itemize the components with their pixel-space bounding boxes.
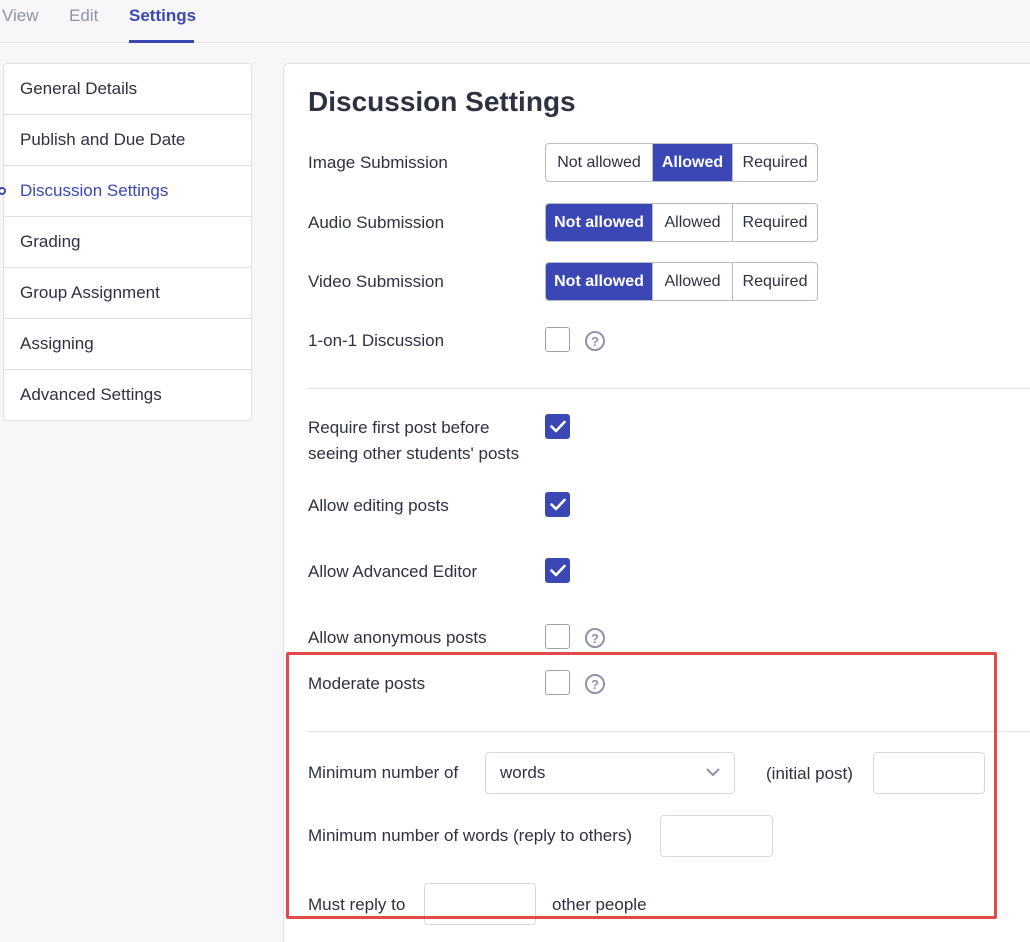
image-not-allowed-option[interactable]: Not allowed: [546, 144, 653, 181]
active-indicator-icon: [0, 187, 6, 195]
audio-allowed-option[interactable]: Allowed: [653, 204, 733, 241]
initial-post-suffix: (initial post): [766, 764, 853, 783]
sidebar-item-label: Group Assignment: [20, 283, 160, 302]
image-required-option[interactable]: Required: [733, 144, 817, 181]
audio-submission-toggle: Not allowed Allowed Required: [545, 203, 818, 242]
active-tab-indicator: [129, 40, 194, 43]
min-unit-select[interactable]: words: [485, 752, 735, 794]
page-title: Discussion Settings: [308, 86, 576, 117]
section-divider: [308, 388, 1030, 389]
min-initial-input[interactable]: [873, 752, 985, 794]
moderate-posts-checkbox[interactable]: [545, 670, 570, 695]
one-on-one-label: 1-on-1 Discussion: [308, 331, 445, 350]
sidebar-item-label: Grading: [20, 232, 81, 251]
video-required-option[interactable]: Required: [733, 263, 817, 300]
help-icon[interactable]: ?: [585, 331, 605, 351]
audio-submission-label: Audio Submission: [308, 213, 445, 232]
must-reply-input[interactable]: [424, 883, 536, 925]
allow-editing-checkbox[interactable]: [545, 492, 570, 517]
sidebar-item-label: Publish and Due Date: [20, 130, 186, 149]
require-first-post-label: Require first post before seeing other s…: [308, 418, 520, 463]
sidebar-item-label: General Details: [20, 79, 138, 98]
sidebar-item-label: Advanced Settings: [20, 385, 162, 404]
allow-editing-label: Allow editing posts: [308, 496, 449, 515]
chevron-down-icon: [706, 768, 720, 776]
top-tab-bar: View Edit Settings: [0, 0, 1030, 43]
min-reply-label: Minimum number of words (reply to others…: [308, 826, 633, 845]
video-allowed-option[interactable]: Allowed: [653, 263, 733, 300]
image-submission-label: Image Submission: [308, 153, 448, 172]
video-submission-toggle: Not allowed Allowed Required: [545, 262, 818, 301]
sidebar-item-group-assignment[interactable]: Group Assignment: [4, 268, 251, 319]
video-not-allowed-option[interactable]: Not allowed: [546, 263, 653, 300]
sidebar-item-assigning[interactable]: Assigning: [4, 319, 251, 370]
tab-settings[interactable]: Settings: [129, 6, 196, 26]
sidebar-item-general-details[interactable]: General Details: [4, 64, 251, 115]
audio-required-option[interactable]: Required: [733, 204, 817, 241]
image-allowed-option[interactable]: Allowed: [653, 144, 733, 181]
require-first-post-checkbox[interactable]: [545, 414, 570, 439]
must-reply-label: Must reply to: [308, 895, 406, 914]
sidebar-item-publish-due-date[interactable]: Publish and Due Date: [4, 115, 251, 166]
settings-sidebar: General Details Publish and Due Date Dis…: [0, 63, 252, 421]
allow-advanced-editor-label: Allow Advanced Editor: [308, 562, 478, 581]
help-icon[interactable]: ?: [585, 628, 605, 648]
min-initial-label: Minimum number of: [308, 763, 459, 782]
audio-not-allowed-option[interactable]: Not allowed: [546, 204, 653, 241]
sidebar-item-discussion-settings[interactable]: Discussion Settings: [0, 166, 251, 217]
must-reply-suffix: other people: [552, 895, 647, 914]
moderate-posts-label: Moderate posts: [308, 674, 426, 693]
tab-edit[interactable]: Edit: [69, 6, 98, 26]
sidebar-item-advanced-settings[interactable]: Advanced Settings: [4, 370, 251, 420]
allow-anonymous-checkbox[interactable]: [545, 624, 570, 649]
sidebar-item-grading[interactable]: Grading: [4, 217, 251, 268]
allow-anonymous-label: Allow anonymous posts: [308, 628, 487, 647]
checkmark-icon: [550, 420, 566, 433]
min-unit-select-value: words: [500, 763, 546, 782]
checkmark-icon: [550, 498, 566, 511]
one-on-one-checkbox[interactable]: [545, 327, 570, 352]
sidebar-item-label: Assigning: [20, 334, 94, 353]
min-reply-input[interactable]: [660, 815, 773, 857]
image-submission-toggle: Not allowed Allowed Required: [545, 143, 818, 182]
video-submission-label: Video Submission: [308, 272, 444, 291]
checkmark-icon: [550, 564, 566, 577]
help-icon[interactable]: ?: [585, 674, 605, 694]
tab-view[interactable]: View: [2, 6, 39, 26]
sidebar-item-label: Discussion Settings: [20, 181, 169, 200]
section-divider: [308, 731, 1030, 732]
allow-advanced-editor-checkbox[interactable]: [545, 558, 570, 583]
